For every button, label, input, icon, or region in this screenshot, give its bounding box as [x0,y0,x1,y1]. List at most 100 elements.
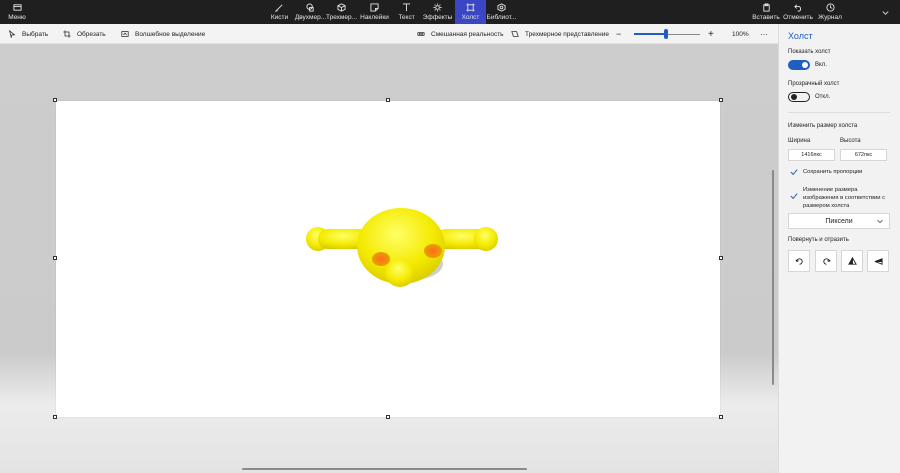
magic-select-button[interactable]: Волшебное выделение [121,24,205,44]
tool-canvas[interactable]: Холст [455,0,486,24]
3d-shapes-icon [337,3,346,12]
tool-label: Эффекты [422,14,453,21]
undo-icon [793,4,801,12]
zoom-slider-thumb[interactable] [664,29,668,39]
menu-button[interactable]: Меню [4,0,30,24]
show-canvas-state: Вкл. [815,62,827,68]
flip-horizontal-button[interactable] [867,250,889,272]
text-icon [402,3,411,12]
library-icon [497,3,506,12]
3d-model-duck[interactable] [56,101,720,417]
resize-handle-bl[interactable] [53,415,57,419]
chevron-down-icon [881,10,889,15]
show-canvas-toggle[interactable] [788,60,810,70]
rotate-left-icon [794,257,803,265]
resize-handle-br[interactable] [719,415,723,419]
tool-label: Кисти [270,14,289,21]
zoom-plus-label: + [708,28,714,40]
tool-effects[interactable]: Эффекты [423,0,452,24]
tool-label: Трехмер... [325,14,358,21]
tool-label: Двухмер... [294,14,327,21]
top-command-bar: Меню Кисти Двухмер... Трехмер... Наклейк… [0,0,900,24]
crop-button[interactable]: Обрезать [63,24,106,44]
brush-icon [275,4,283,12]
keep-ratio-label: Сохранить пропорции [803,169,863,175]
transparent-canvas-label: Прозрачный холст [788,81,840,87]
mixed-reality-button[interactable]: Смешанная реальность [417,24,504,44]
select-button[interactable]: Выбрать [8,24,48,44]
more-button[interactable]: ··· [760,24,768,44]
flip-horizontal-icon [874,257,883,265]
folder-icon [12,4,22,11]
history-icon [825,3,835,12]
zoom-slider-fill [634,33,666,35]
keep-ratio-checkbox[interactable] [790,168,798,176]
paste-icon [762,3,770,12]
workspace[interactable] [0,45,778,473]
width-label: Ширина [788,138,811,144]
2d-shapes-icon [306,3,314,12]
resize-handle-right[interactable] [719,256,723,260]
zoom-in-button[interactable]: + [708,24,714,44]
zoom-out-button[interactable]: − [616,24,621,44]
crop-icon [63,30,71,38]
stickers-icon [370,3,379,12]
magic-select-icon [121,31,129,37]
transparent-canvas-state: Откл. [815,94,831,100]
resize-image-label: Изменение размера изображения в соответс… [803,187,885,209]
view-3d-label: Трехмерное представление [525,30,609,38]
checkmark-icon [790,193,798,200]
tool-3d-shapes[interactable]: Трехмер... [325,0,358,24]
view-3d-button[interactable]: Трехмерное представление [511,24,609,44]
canvas-icon [466,3,475,12]
resize-handle-bottom[interactable] [386,415,390,419]
transparent-canvas-toggle[interactable] [788,92,810,102]
units-value: Пиксели [825,217,853,225]
tool-2d-shapes[interactable]: Двухмер... [294,0,327,24]
effects-icon [433,3,442,12]
select-label: Выбрать [22,30,49,38]
vertical-scrollbar[interactable] [772,170,774,385]
undo-label: Отменить [783,14,813,21]
more-label: ··· [760,29,768,39]
paste-label: Вставить [752,14,780,21]
show-canvas-label: Показать холст [788,49,831,55]
zoom-value-label: 100% [732,30,749,38]
history-label: Журнал [818,14,842,21]
rotate-left-button[interactable] [788,250,810,272]
resize-handle-top[interactable] [386,98,390,102]
resize-handle-left[interactable] [53,256,57,260]
menu-label: Меню [8,14,26,21]
height-input[interactable]: 672пкс [840,149,887,161]
resize-handle-tl[interactable] [53,98,57,102]
flip-vertical-icon [847,256,857,265]
tool-brushes[interactable]: Кисти [265,0,294,24]
pointer-icon [8,30,16,38]
magic-select-label: Волшебное выделение [135,30,206,38]
history-button[interactable]: Журнал [816,0,844,24]
tool-stickers[interactable]: Наклейки [360,0,389,24]
paste-button[interactable]: Вставить [752,0,780,24]
units-dropdown[interactable]: Пиксели [788,213,890,229]
resize-image-checkbox[interactable] [790,192,798,200]
canvas-toolbar: Выбрать Обрезать Волшебное выделение Сме… [0,24,900,44]
mixed-reality-icon [417,32,425,36]
resize-handle-tr[interactable] [719,98,723,102]
panel-title: Холст [788,31,813,41]
3d-view-icon [511,31,519,37]
canvas[interactable] [56,101,720,417]
tool-text[interactable]: Текст [392,0,421,24]
zoom-value[interactable]: 100% [732,24,749,44]
checkmark-icon [790,169,798,176]
horizontal-scrollbar[interactable] [242,468,527,470]
expand-button[interactable] [876,0,894,24]
flip-vertical-button[interactable] [841,250,863,272]
tool-label: Текст [398,14,415,21]
resize-canvas-label: Изменить размер холста [788,123,858,129]
width-input[interactable]: 1416пкс [788,149,835,161]
rotate-right-button[interactable] [815,250,837,272]
tool-label: Холст [461,14,480,21]
tool-label: Библиот... [486,14,517,21]
undo-button[interactable]: Отменить [783,0,813,24]
tool-library[interactable]: Библиот... [487,0,516,24]
